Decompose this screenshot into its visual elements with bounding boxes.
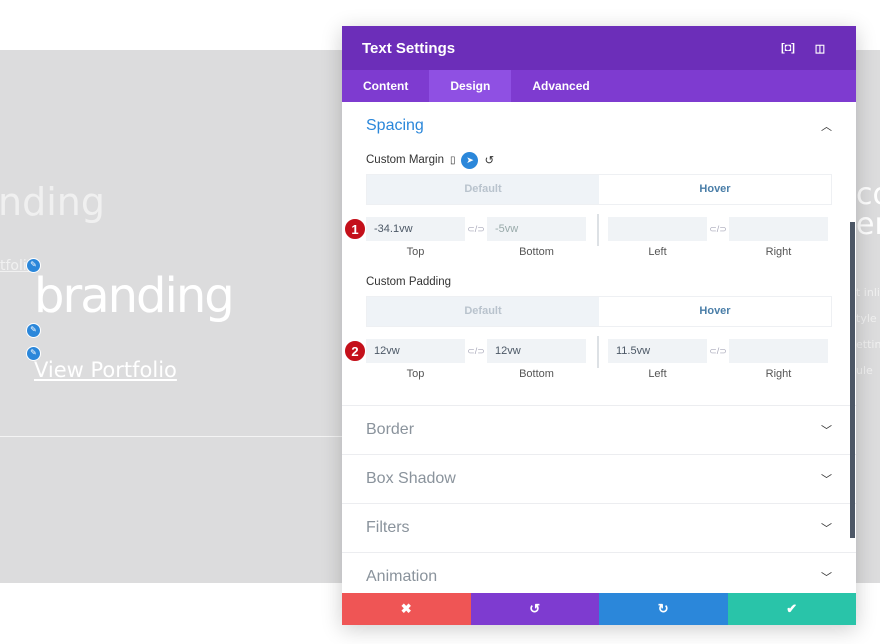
link-icon[interactable]: ⊂/⊃ xyxy=(707,217,729,241)
spacing-section-header[interactable]: Spacing ︿ xyxy=(366,102,832,150)
padding-left-input[interactable]: 11.5vw xyxy=(608,339,707,363)
margin-hover-tab[interactable]: Hover xyxy=(599,175,831,204)
phone-icon[interactable]: ▯ xyxy=(450,155,456,166)
margin-fields: 1 -34.1vw Top ⊂/⊃ -5vw Bottom Left ⊂/⊃ Rig… xyxy=(344,214,832,258)
field-caption: Left xyxy=(648,246,667,258)
chevron-down-icon: ﹀ xyxy=(821,572,832,584)
modal-footer: ✖ ↺ ↻ ✔ xyxy=(342,593,856,625)
margin-default-tab[interactable]: Default xyxy=(367,175,599,204)
divider xyxy=(597,214,599,246)
divider xyxy=(0,436,342,437)
cancel-button[interactable]: ✖ xyxy=(342,593,471,625)
hover-cursor-icon[interactable]: ➤ xyxy=(461,151,479,169)
redo-button[interactable]: ↻ xyxy=(599,593,728,625)
field-caption: Bottom xyxy=(519,246,554,258)
link-icon[interactable]: ⊂/⊃ xyxy=(465,217,487,241)
right-heading-line: er xyxy=(856,207,880,242)
margin-state-toggle: Default Hover xyxy=(366,174,832,205)
right-text-line: tyle c xyxy=(856,312,880,325)
section-title: Border xyxy=(366,421,415,438)
text-settings-modal: Text Settings [◘] ◫ Content Design Advan… xyxy=(342,26,856,625)
margin-bottom-input[interactable]: -5vw xyxy=(487,217,586,241)
right-text: t inli tyle c etting ule xyxy=(856,280,880,384)
section-title: Filters xyxy=(366,519,410,536)
divider xyxy=(597,336,599,368)
tab-bar: Content Design Advanced xyxy=(342,70,856,102)
padding-default-tab[interactable]: Default xyxy=(367,297,599,326)
field-caption: Top xyxy=(406,368,425,380)
border-section[interactable]: Border ﹀ xyxy=(342,405,856,454)
step-badge: 2 xyxy=(344,340,366,362)
fullscreen-icon[interactable]: [◘] xyxy=(772,42,804,54)
right-text-line: t inli xyxy=(856,286,880,299)
chevron-up-icon: ︿ xyxy=(821,121,832,133)
view-portfolio-link[interactable]: View Portfolio xyxy=(34,358,177,382)
margin-left-input[interactable] xyxy=(608,217,707,241)
tab-content[interactable]: Content xyxy=(342,70,429,102)
field-caption: Right xyxy=(765,246,792,258)
padding-right-input[interactable] xyxy=(729,339,828,363)
branding-heading[interactable]: branding xyxy=(34,268,235,324)
save-button[interactable]: ✔ xyxy=(727,593,856,625)
link-icon[interactable]: ⊂/⊃ xyxy=(707,339,729,363)
custom-margin-label: Custom Margin xyxy=(366,154,444,166)
section-title: Box Shadow xyxy=(366,470,456,487)
modal-header: Text Settings [◘] ◫ xyxy=(342,26,856,70)
field-caption: Left xyxy=(648,368,667,380)
chevron-down-icon: ﹀ xyxy=(821,523,832,535)
undo-button[interactable]: ↺ xyxy=(470,593,599,625)
right-text-line: etting xyxy=(856,338,880,351)
tab-advanced[interactable]: Advanced xyxy=(511,70,610,102)
right-text-line: ule xyxy=(856,364,873,377)
sidebar-toggle-icon[interactable]: ◫ xyxy=(804,42,836,55)
link-icon[interactable]: ⊂/⊃ xyxy=(465,339,487,363)
reset-icon[interactable]: ↺ xyxy=(484,153,494,167)
chevron-down-icon: ﹀ xyxy=(821,425,832,437)
right-heading-line: co xyxy=(856,177,880,212)
padding-fields: 2 12vw Top ⊂/⊃ 12vw Bottom 11.5vw Left ⊂/⊃ … xyxy=(344,336,832,380)
padding-bottom-input[interactable]: 12vw xyxy=(487,339,586,363)
field-caption: Top xyxy=(406,246,425,258)
field-caption: Bottom xyxy=(519,368,554,380)
field-caption: Right xyxy=(765,368,792,380)
modal-title: Text Settings xyxy=(362,39,456,57)
ghost-heading: nding xyxy=(0,180,105,224)
chevron-down-icon: ﹀ xyxy=(821,474,832,486)
filters-section[interactable]: Filters ﹀ xyxy=(342,503,856,552)
section-title: Animation xyxy=(366,568,438,585)
spacing-title: Spacing xyxy=(366,117,424,134)
step-badge: 1 xyxy=(344,218,366,240)
right-heading: coer xyxy=(856,180,880,240)
tab-design[interactable]: Design xyxy=(429,70,512,102)
edit-pencil-icon[interactable]: ✎ xyxy=(26,323,41,338)
box-shadow-section[interactable]: Box Shadow ﹀ xyxy=(342,454,856,503)
padding-top-input[interactable]: 12vw xyxy=(366,339,465,363)
margin-top-input[interactable]: -34.1vw xyxy=(366,217,465,241)
padding-hover-tab[interactable]: Hover xyxy=(599,297,831,326)
scrollbar[interactable] xyxy=(850,222,855,538)
margin-right-input[interactable] xyxy=(729,217,828,241)
custom-padding-label: Custom Padding xyxy=(366,276,452,288)
padding-state-toggle: Default Hover xyxy=(366,296,832,327)
